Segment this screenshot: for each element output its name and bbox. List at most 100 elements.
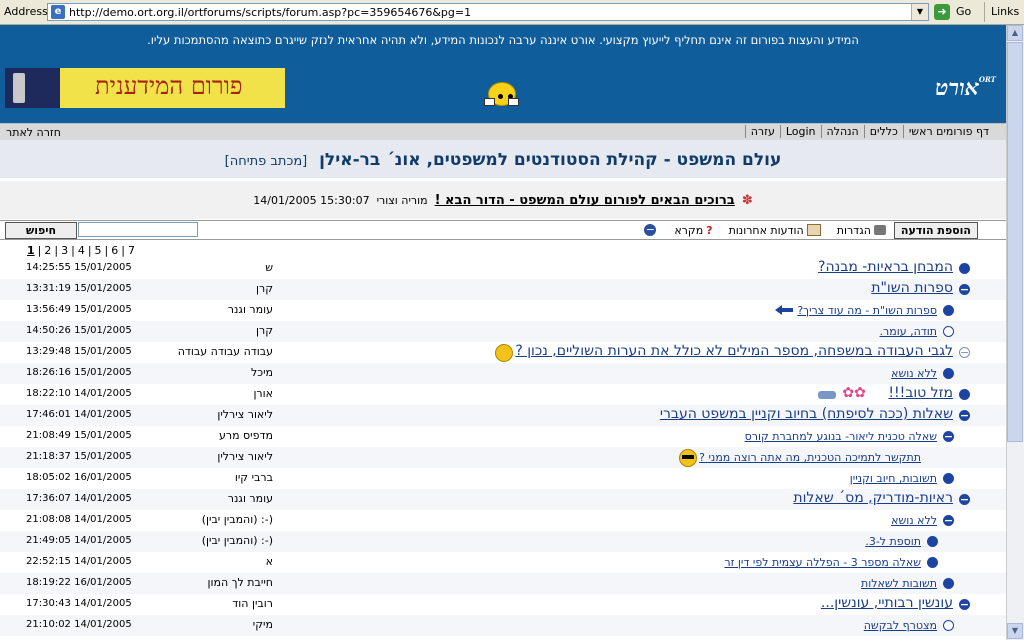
message-row: 17:36:07 14/01/2005 עומר וגנר − ראיות-מודרי… — [0, 489, 1006, 510]
nav-links: דף פורומים ראשי כללים הנהלה Login עזרה — [744, 125, 994, 138]
message-author: (-: (והמבין יבין) — [201, 534, 273, 547]
message-title-link[interactable]: שאלה מספר 3 - הפללה עצמית לפי דין זר — [724, 556, 921, 569]
banner-title: פורום המידענית — [95, 72, 243, 100]
page-link-5[interactable]: 5 — [92, 244, 105, 257]
message-row: 18:05:02 16/01/2005 ברבי קיו תשובות, חיוב … — [0, 468, 1006, 489]
message-date: 21:49:05 14/01/2005 — [26, 535, 132, 546]
message-title-link[interactable]: ספרות השו"ת — [871, 280, 953, 296]
gear-icon — [873, 225, 886, 235]
unread-message-icon — [927, 557, 938, 568]
message-title-link[interactable]: ספרות השו"ת - מה עוד צריך? — [797, 304, 937, 317]
recent-messages-button[interactable]: הודעות אחרונות — [721, 224, 829, 237]
go-arrow-icon: ➜ — [934, 4, 950, 20]
scroll-thumb[interactable] — [1007, 42, 1023, 442]
message-author: עבודה עבודה עבודה — [177, 345, 273, 358]
collapse-thread-icon[interactable]: − — [959, 494, 970, 505]
message-title-link[interactable]: תוספת ל-3. — [865, 535, 921, 548]
message-date: 14:25:55 15/01/2005 — [26, 262, 132, 273]
toolbar-items: הוספת הודעה הגדרות הודעות אחרונות ? מקרא … — [634, 221, 978, 239]
message-title-link[interactable]: שאלות (ככה לסיפתח) בחיוב וקניין במשפט הע… — [660, 406, 953, 422]
message-title-link[interactable]: המבחן בראיות- מבנה? — [818, 259, 953, 275]
cool-emoticon-icon — [679, 449, 698, 467]
calendar-icon — [806, 224, 821, 236]
message-title-link[interactable]: ללא נושא — [891, 514, 937, 527]
legend-label: מקרא — [674, 223, 704, 237]
collapse-all-icon[interactable]: − — [644, 224, 657, 236]
message-title-link[interactable]: שאלה טכנית ליאור- בנוגע למחברת קורס — [745, 430, 937, 443]
legend-button[interactable]: ? מקרא — [666, 224, 720, 237]
message-title-link[interactable]: תשובות לשאלות — [861, 577, 937, 590]
nav-help[interactable]: עזרה — [744, 125, 780, 138]
collapse-thread-icon[interactable]: − — [959, 284, 970, 295]
add-message-button[interactable]: הוספת הודעה — [893, 221, 978, 239]
welcome-title-link[interactable]: ברוכים הבאים לפורום עולם המשפט - הדור הב… — [435, 193, 735, 208]
back-to-site-link[interactable]: חזרה לאתר — [6, 126, 61, 139]
ort-logo-text: אורט — [935, 75, 979, 101]
message-author: קרן — [255, 282, 273, 295]
message-title-link[interactable]: לגבי העבודה במשפחה, מספר המילים לא כולל … — [515, 343, 953, 359]
message-date: 14:50:26 15/01/2005 — [26, 325, 132, 336]
page-link-3[interactable]: 3 — [58, 244, 71, 257]
opening-letter-link[interactable]: [מכתב פתיחה] — [225, 154, 308, 169]
page-link-7[interactable]: 7 — [125, 244, 138, 257]
welcome-line: ✽ ברוכים הבאים לפורום עולם המשפט - הדור … — [0, 193, 1006, 208]
flowers-icon: ✿✿ — [842, 385, 866, 401]
message-row: 13:29:48 15/01/2005 עבודה עבודה עבודה − לגב… — [0, 342, 1006, 363]
page-link-4[interactable]: 4 — [75, 244, 88, 257]
message-date: 21:08:08 14/01/2005 — [26, 514, 132, 525]
message-title-link[interactable]: תשובות, חיוב וקניין — [850, 472, 937, 485]
nav-main-forums[interactable]: דף פורומים ראשי — [902, 125, 994, 138]
message-author: קרן — [255, 324, 273, 337]
page-link-2[interactable]: 2 — [41, 244, 54, 257]
message-author: ש — [265, 261, 273, 274]
search-input[interactable] — [78, 222, 198, 237]
toolbar-separator — [984, 2, 985, 22]
message-date: 21:08:49 15/01/2005 — [26, 430, 132, 441]
vertical-scrollbar[interactable]: ▲ ▼ — [1006, 25, 1024, 640]
links-button[interactable]: Links — [991, 5, 1019, 18]
message-row: 14:50:26 15/01/2005 קרן תודה, עומר. — [0, 321, 1006, 342]
ort-logo-sup: ORT — [978, 75, 996, 84]
collapse-thread-icon[interactable]: − — [959, 599, 970, 610]
forum-title-bar: עולם המשפט - קהילת הסטודנטים למשפטים, או… — [0, 140, 1006, 178]
message-author: עומר וגנר — [227, 303, 273, 316]
address-url[interactable]: http://demo.ort.org.il/ortforums/scripts… — [69, 6, 471, 19]
unread-message-icon — [943, 305, 954, 316]
settings-button[interactable]: הגדרות — [829, 224, 894, 237]
collapse-thread-icon[interactable]: − — [959, 410, 970, 421]
nav-login[interactable]: Login — [779, 125, 821, 138]
chevron-down-icon[interactable]: ▼ — [911, 4, 928, 20]
message-row: 21:08:49 15/01/2005 מדפיס מרע − שאלה טכנית … — [0, 426, 1006, 447]
page-link-6[interactable]: 6 — [108, 244, 121, 257]
forum-banner[interactable]: פורום המידענית — [5, 68, 285, 108]
message-title-link[interactable]: מצטרף לבקשה — [864, 619, 937, 632]
message-title-link[interactable]: ללא נושא — [891, 367, 937, 380]
message-title-link[interactable]: מזל טוב!!! — [888, 385, 953, 401]
address-input[interactable]: e http://demo.ort.org.il/ortforums/scrip… — [47, 3, 929, 21]
scroll-up-arrow-icon[interactable]: ▲ — [1007, 25, 1023, 41]
message-title-link[interactable]: ראיות-מודריק, מס´ שאלות — [793, 490, 953, 506]
collapse-thread-icon[interactable]: − — [943, 431, 954, 442]
scroll-down-arrow-icon[interactable]: ▼ — [1007, 623, 1023, 639]
disclaimer-text: המידע והעצות בפורום זה אינם תחליף לייעוץ… — [147, 33, 859, 47]
collapse-thread-icon[interactable]: − — [943, 515, 954, 526]
nav-management[interactable]: הנהלה — [820, 125, 864, 138]
forum-header: המידע והעצות בפורום זה אינם תחליף לייעוץ… — [0, 25, 1006, 125]
message-author: (-: (והמבין יבין) — [201, 513, 273, 526]
page-link-1[interactable]: 1 — [24, 244, 38, 257]
smiley-hand — [508, 98, 519, 106]
message-row: 21:18:37 15/01/2005 ליאור צירלין תתקשר לתמ… — [0, 447, 1006, 468]
message-row: 17:30:43 14/01/2005 רובין הוד − עונשין רבות… — [0, 594, 1006, 615]
nav-rules[interactable]: כללים — [863, 125, 903, 138]
collapse-thread-icon[interactable]: − — [959, 347, 970, 358]
go-button[interactable]: ➜ Go — [934, 3, 980, 21]
page-title: עולם המשפט - קהילת הסטודנטים למשפטים, או… — [0, 150, 1006, 170]
message-title-link[interactable]: תודה, עומר. — [880, 325, 937, 338]
welcome-author: מוריה וצורי — [376, 194, 428, 207]
message-row: 18:19:22 16/01/2005 חייבת לך המון תשובות ל… — [0, 573, 1006, 594]
message-title-link[interactable]: עונשין רבותיי, עונשין... — [821, 595, 953, 611]
message-title-link[interactable]: תתקשר לתמיכה הטכנית, מה אתה רוצה ממני ? — [699, 451, 921, 464]
smiley-eye — [498, 94, 503, 99]
search-button[interactable]: חיפוש — [5, 222, 77, 239]
ort-logo[interactable]: אורטORT — [935, 75, 996, 101]
